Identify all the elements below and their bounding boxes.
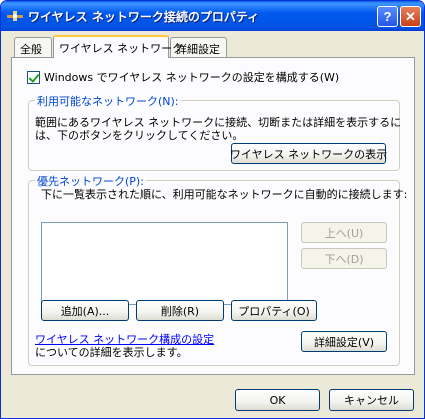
- help-button[interactable]: ?: [377, 6, 398, 27]
- configure-wireless-checkbox[interactable]: [27, 70, 40, 84]
- move-down-button[interactable]: 下へ(D): [301, 248, 387, 269]
- available-description-line1: 範囲にあるワイヤレス ネットワークに接続、切断または詳細を表示するに: [35, 116, 402, 129]
- network-properties-button[interactable]: プロパティ(O): [231, 300, 317, 321]
- view-wireless-networks-button[interactable]: ワイヤレス ネットワークの表示: [230, 143, 387, 164]
- wireless-config-help-description: についての詳細を表示します。: [35, 346, 188, 359]
- configure-wireless-label: Windows でワイヤレス ネットワークの設定を構成する(W): [44, 71, 340, 84]
- cancel-button[interactable]: キャンセル: [329, 389, 414, 411]
- properties-dialog: ワイヤレス ネットワーク接続のプロパティ ? ✕ 全般 ワイヤレス ネットワーク…: [0, 0, 425, 419]
- available-networks-title: 利用可能なネットワーク(N):: [35, 93, 181, 109]
- tab-general[interactable]: 全般: [14, 37, 52, 57]
- tab-wireless-networks[interactable]: ワイヤレス ネットワーク: [53, 35, 183, 58]
- preferred-description: 下に一覧表示された順に、利用可能なネットワークに自動的に接続します:: [41, 188, 408, 201]
- ok-button[interactable]: OK: [235, 389, 320, 411]
- available-description-line2: は、下のボタンをクリックしてください。: [35, 129, 244, 142]
- preferred-networks-title: 優先ネットワーク(P):: [35, 173, 146, 189]
- wireless-networks-panel: Windows でワイヤレス ネットワークの設定を構成する(W) 利用可能なネッ…: [11, 57, 415, 375]
- title-bar[interactable]: ワイヤレス ネットワーク接続のプロパティ ? ✕: [1, 1, 424, 31]
- preferred-networks-list[interactable]: [41, 222, 288, 305]
- configure-wireless-checkbox-row[interactable]: Windows でワイヤレス ネットワークの設定を構成する(W): [27, 69, 339, 85]
- move-up-button[interactable]: 上へ(U): [301, 222, 387, 243]
- add-network-button[interactable]: 追加(A)...: [41, 300, 129, 321]
- window-title: ワイヤレス ネットワーク接続のプロパティ: [28, 10, 260, 24]
- remove-network-button[interactable]: 削除(R): [136, 300, 224, 321]
- close-button[interactable]: ✕: [400, 6, 421, 27]
- advanced-settings-button[interactable]: 詳細設定(V): [301, 331, 387, 352]
- network-connection-icon: [7, 11, 23, 21]
